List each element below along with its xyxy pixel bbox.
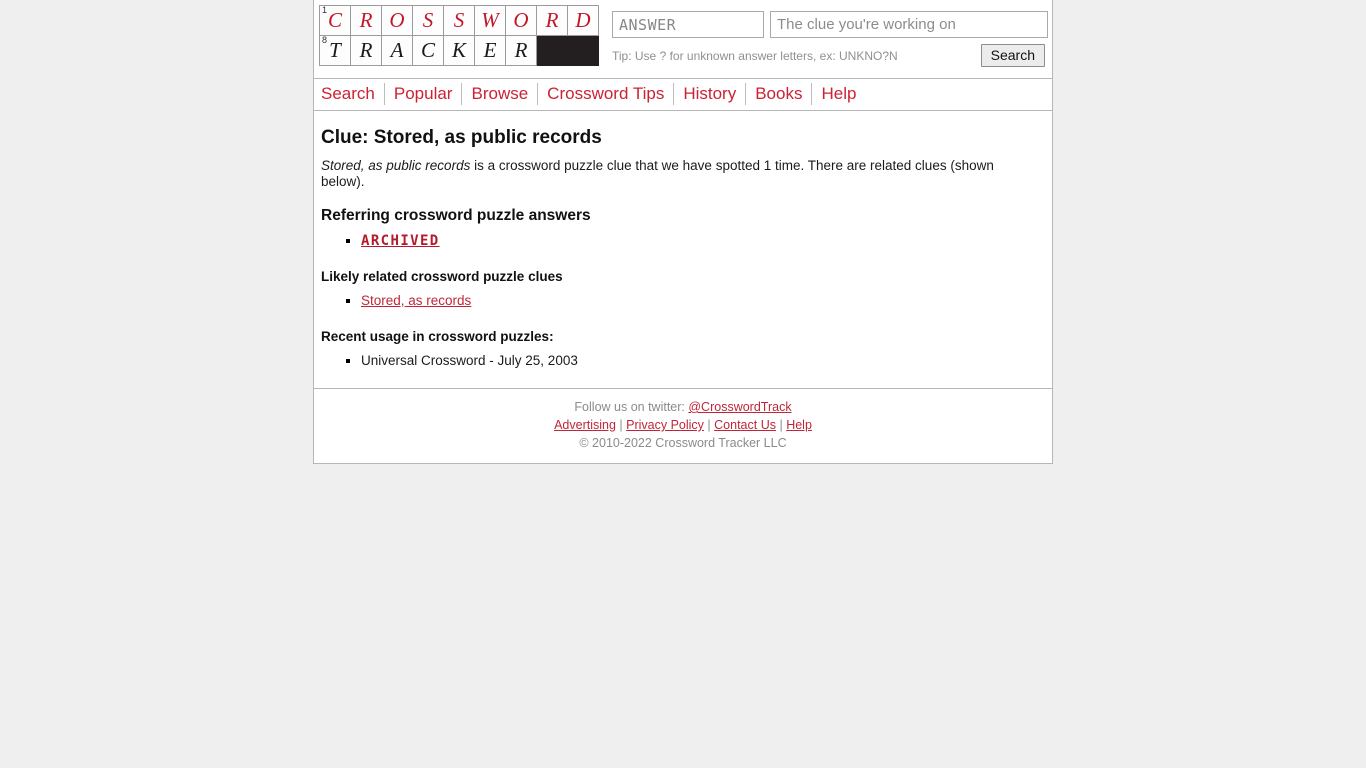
- logo-letter: O: [389, 8, 405, 32]
- tip-row: Tip: Use ? for unknown answer letters, e…: [612, 44, 1048, 67]
- search-area: Tip: Use ? for unknown answer letters, e…: [599, 4, 1048, 67]
- footer-link-contact-us[interactable]: Contact Us: [714, 418, 776, 432]
- footer-link-privacy-policy[interactable]: Privacy Policy: [626, 418, 704, 432]
- list-item: Stored, as records: [361, 292, 1045, 310]
- search-tip-text: Tip: Use ? for unknown answer letters, e…: [612, 49, 898, 63]
- clue-input[interactable]: [770, 11, 1048, 38]
- logo-row-across: 1 C R O S S W O R D: [319, 5, 599, 36]
- logo-cell: D: [567, 5, 599, 36]
- page-title: Clue: Stored, as public records: [321, 127, 602, 148]
- logo-letter: R: [359, 8, 373, 32]
- logo-cell: W: [474, 5, 506, 36]
- site-logo[interactable]: 1 C R O S S W O R D 8 T R A C K E R: [318, 4, 599, 66]
- answer-link-archived[interactable]: ARCHIVED: [361, 233, 440, 249]
- logo-letter: K: [451, 38, 466, 62]
- usage-entry: Universal Crossword - July 25, 2003: [361, 353, 578, 368]
- logo-cell: A: [381, 35, 413, 66]
- site-header: 1 C R O S S W O R D 8 T R A C K E R ANSW…: [314, 0, 1052, 79]
- logo-cell: 1 C: [319, 5, 351, 36]
- footer-separator: |: [615, 418, 627, 432]
- footer-twitter-line: Follow us on twitter: @CrosswordTrack: [314, 398, 1052, 416]
- clue-summary: Stored, as public records is a crossword…: [321, 158, 1021, 189]
- logo-letter: W: [481, 8, 499, 32]
- list-item: Universal Crossword - July 25, 2003: [361, 352, 1045, 370]
- footer-link-help[interactable]: Help: [786, 418, 812, 432]
- logo-cell-blocked: [536, 35, 568, 66]
- nav-item-help[interactable]: Help: [812, 83, 865, 105]
- logo-cell: O: [505, 5, 537, 36]
- logo-cell: K: [443, 35, 475, 66]
- recent-usage-heading: Recent usage in crossword puzzles:: [321, 329, 554, 344]
- logo-letter: E: [483, 38, 497, 62]
- search-inputs-row: [612, 11, 1048, 38]
- main-content: Clue: Stored, as public records Stored, …: [314, 111, 1052, 388]
- logo-letter: R: [514, 38, 528, 62]
- logo-cell: R: [350, 5, 382, 36]
- related-clues-list: Stored, as records: [321, 292, 1045, 310]
- logo-cell: 8 T: [319, 35, 351, 66]
- logo-clue-number-down: 8: [322, 35, 328, 45]
- logo-letter: R: [545, 8, 559, 32]
- logo-letter: D: [575, 8, 591, 32]
- footer-links-line: Advertising | Privacy Policy | Contact U…: [314, 416, 1052, 434]
- site-footer: Follow us on twitter: @CrosswordTrack Ad…: [314, 388, 1052, 463]
- logo-cell: R: [350, 35, 382, 66]
- nav-item-history[interactable]: History: [674, 83, 745, 105]
- search-button[interactable]: Search: [980, 44, 1045, 67]
- logo-letter: O: [513, 8, 529, 32]
- logo-cell: R: [536, 5, 568, 36]
- list-item: ARCHIVED: [361, 232, 1045, 250]
- logo-letter: C: [420, 38, 435, 62]
- logo-cell: E: [474, 35, 506, 66]
- logo-cell-blocked: [567, 35, 599, 66]
- logo-row-down: 8 T R A C K E R: [319, 35, 599, 66]
- logo-crossword-grid: 1 C R O S S W O R D 8 T R A C K E R: [319, 5, 599, 66]
- nav-item-search[interactable]: Search: [314, 83, 384, 105]
- footer-copyright: © 2010-2022 Crossword Tracker LLC: [579, 436, 787, 450]
- recent-usage-list: Universal Crossword - July 25, 2003: [321, 352, 1045, 370]
- logo-letter: S: [422, 8, 434, 32]
- logo-cell: C: [412, 35, 444, 66]
- clue-summary-clue: Stored, as public records: [321, 158, 471, 173]
- nav-item-browse[interactable]: Browse: [462, 83, 537, 105]
- logo-letter: A: [390, 38, 404, 62]
- page-container: 1 C R O S S W O R D 8 T R A C K E R ANSW…: [313, 0, 1053, 464]
- footer-separator: |: [703, 418, 715, 432]
- related-clue-link[interactable]: Stored, as records: [361, 293, 471, 308]
- main-navigation: Search Popular Browse Crossword Tips His…: [314, 79, 1052, 111]
- nav-item-crossword-tips[interactable]: Crossword Tips: [538, 83, 673, 105]
- answers-list: ARCHIVED: [321, 232, 1045, 250]
- logo-clue-number-across: 1: [322, 5, 328, 15]
- logo-cell: S: [412, 5, 444, 36]
- logo-cell: S: [443, 5, 475, 36]
- logo-cell: O: [381, 5, 413, 36]
- nav-item-books[interactable]: Books: [746, 83, 811, 105]
- logo-cell: R: [505, 35, 537, 66]
- twitter-link[interactable]: @CrosswordTrack: [688, 400, 791, 414]
- logo-letter: S: [453, 8, 465, 32]
- footer-separator: |: [775, 418, 787, 432]
- nav-item-popular[interactable]: Popular: [385, 83, 462, 105]
- answers-heading: Referring crossword puzzle answers: [321, 207, 591, 224]
- footer-twitter-label: Follow us on twitter:: [574, 400, 689, 414]
- footer-link-advertising[interactable]: Advertising: [554, 418, 616, 432]
- answer-input[interactable]: [612, 11, 764, 38]
- logo-letter: R: [359, 38, 373, 62]
- related-clues-heading: Likely related crossword puzzle clues: [321, 269, 563, 284]
